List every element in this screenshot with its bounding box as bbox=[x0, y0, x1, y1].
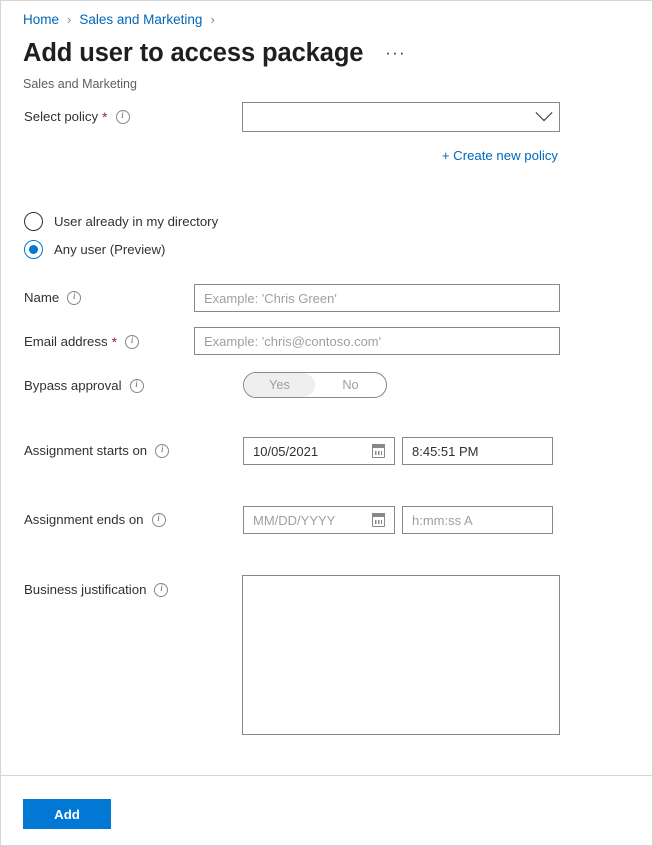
bypass-approval-label: Bypass approval i bbox=[24, 378, 144, 393]
page-title: Add user to access package bbox=[23, 39, 364, 67]
assignment-ends-label: Assignment ends on i bbox=[24, 512, 166, 527]
assignment-starts-date-value: 10/05/2021 bbox=[253, 443, 319, 459]
overflow-menu-icon[interactable]: ··· bbox=[385, 45, 405, 63]
page-subtitle: Sales and Marketing bbox=[23, 77, 137, 91]
business-justification-textarea[interactable] bbox=[242, 575, 560, 735]
bypass-approval-toggle[interactable]: Yes No bbox=[243, 372, 387, 398]
name-label: Name i bbox=[24, 290, 82, 305]
radio-indicator-selected bbox=[24, 240, 43, 259]
info-icon[interactable]: i bbox=[129, 378, 144, 393]
chevron-right-icon: › bbox=[210, 12, 215, 27]
radio-label: User already in my directory bbox=[54, 214, 219, 229]
email-label: Email address * i bbox=[24, 333, 140, 350]
breadcrumb: Home › Sales and Marketing › bbox=[23, 12, 223, 27]
radio-user-already-in-directory[interactable]: User already in my directory bbox=[24, 212, 218, 231]
select-policy-dropdown[interactable] bbox=[242, 102, 560, 132]
info-icon[interactable]: i bbox=[154, 582, 169, 597]
assignment-starts-time-input[interactable]: 8:45:51 PM bbox=[402, 437, 553, 465]
radio-label: Any user (Preview) bbox=[54, 242, 166, 257]
breadcrumb-item-home[interactable]: Home bbox=[23, 12, 59, 27]
info-icon[interactable]: i bbox=[125, 334, 140, 349]
select-policy-label: Select policy * i bbox=[24, 109, 130, 124]
breadcrumb-item-sales-and-marketing[interactable]: Sales and Marketing bbox=[79, 12, 202, 27]
calendar-icon[interactable] bbox=[371, 444, 386, 458]
info-icon[interactable]: i bbox=[115, 109, 130, 124]
info-icon[interactable]: i bbox=[67, 290, 82, 305]
business-justification-label: Business justification i bbox=[24, 582, 169, 597]
radio-any-user-preview[interactable]: Any user (Preview) bbox=[24, 240, 165, 259]
name-input[interactable]: Example: 'Chris Green' bbox=[194, 284, 560, 312]
required-marker: * bbox=[111, 333, 118, 350]
assignment-starts-date-input[interactable]: 10/05/2021 bbox=[243, 437, 395, 465]
info-icon[interactable]: i bbox=[151, 512, 166, 527]
chevron-down-icon bbox=[535, 104, 553, 122]
assignment-ends-time-input[interactable]: h:mm:ss A bbox=[402, 506, 553, 534]
assignment-ends-date-input[interactable]: MM/DD/YYYY bbox=[243, 506, 395, 534]
toggle-option-yes[interactable]: Yes bbox=[244, 373, 315, 397]
assignment-starts-label: Assignment starts on i bbox=[24, 443, 170, 458]
create-new-policy-link[interactable]: + Create new policy bbox=[442, 148, 558, 163]
title-row: Add user to access package ··· bbox=[23, 39, 406, 68]
add-user-blade: Home › Sales and Marketing › Add user to… bbox=[0, 0, 653, 846]
assignment-ends-date-placeholder: MM/DD/YYYY bbox=[253, 512, 336, 528]
radio-indicator bbox=[24, 212, 43, 231]
email-input[interactable]: Example: 'chris@contoso.com' bbox=[194, 327, 560, 355]
chevron-right-icon: › bbox=[67, 12, 72, 27]
required-marker: * bbox=[102, 108, 108, 125]
toggle-option-no[interactable]: No bbox=[315, 373, 386, 397]
info-icon[interactable]: i bbox=[155, 443, 170, 458]
calendar-icon[interactable] bbox=[371, 513, 386, 527]
add-button[interactable]: Add bbox=[23, 799, 111, 829]
footer-divider bbox=[1, 775, 652, 776]
